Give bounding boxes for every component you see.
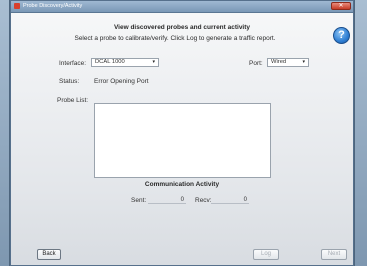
- window-title: Probe Discovery/Activity: [23, 3, 83, 9]
- next-button[interactable]: Next: [321, 249, 347, 260]
- port-select[interactable]: Wired ▾: [267, 58, 309, 67]
- port-label: Port:: [249, 60, 263, 67]
- sent-counter: 0: [148, 196, 186, 204]
- back-button[interactable]: Back: [37, 249, 61, 260]
- interface-value: DCAL 1000: [95, 59, 125, 65]
- close-icon: ✕: [338, 3, 344, 9]
- interface-label: Interface:: [59, 60, 87, 67]
- probe-discovery-window: Probe Discovery/Activity ✕ View discover…: [10, 0, 354, 266]
- log-button[interactable]: Log: [253, 249, 279, 260]
- app-icon: [14, 3, 20, 9]
- status-label: Status:: [59, 78, 80, 85]
- help-icon: ?: [338, 29, 345, 41]
- background-window-left: [0, 0, 10, 266]
- recv-counter: 0: [211, 196, 249, 204]
- help-button[interactable]: ?: [333, 27, 350, 44]
- communication-activity-title: Communication Activity: [144, 181, 220, 188]
- background-window-right: [354, 0, 367, 266]
- probe-list[interactable]: [94, 103, 271, 178]
- chevron-down-icon: ▾: [152, 59, 155, 65]
- header-title: View discovered probes and current activ…: [113, 24, 251, 31]
- interface-select[interactable]: DCAL 1000 ▾: [91, 58, 159, 67]
- chevron-down-icon: ▾: [302, 59, 305, 65]
- port-value: Wired: [271, 59, 287, 65]
- header-instructions: Select a probe to calibrate/verify. Clic…: [74, 35, 276, 42]
- recv-label: Recv:: [195, 197, 212, 204]
- close-button[interactable]: ✕: [331, 2, 351, 10]
- status-value: Error Opening Port: [94, 78, 149, 85]
- sent-label: Sent:: [131, 197, 147, 204]
- probe-list-label: Probe List:: [57, 97, 89, 104]
- dialog-content: View discovered probes and current activ…: [11, 13, 353, 265]
- title-bar[interactable]: Probe Discovery/Activity ✕: [11, 1, 353, 13]
